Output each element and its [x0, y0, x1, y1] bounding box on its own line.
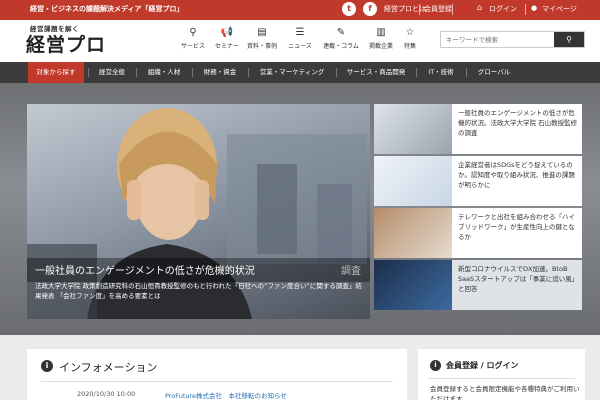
cat-management[interactable]: 経営全般 [88, 62, 136, 83]
find-by-target-button[interactable]: 対象から探す [28, 62, 84, 83]
cat-organization[interactable]: 組織・人材 [136, 62, 192, 83]
article-thumbnail [374, 104, 452, 154]
search-button[interactable]: ⚲ [554, 32, 584, 47]
cat-finance[interactable]: 財務・資金 [192, 62, 248, 83]
side-article[interactable]: 一般社員のエンゲージメントの低さが危機的状況。法政大学大学院 石山教授監修の調査 [374, 104, 582, 154]
login-link[interactable]: ログイン [489, 4, 517, 14]
cat-it[interactable]: IT・技術 [416, 62, 466, 83]
nav-seminar[interactable]: 📢 セミナー [207, 26, 247, 50]
article-thumbnail [374, 208, 452, 258]
info-date: 2020/10/30 10:00 [77, 390, 136, 398]
member-title: 会員登録 / ログイン [446, 361, 519, 370]
information-title: インフォメーション [59, 361, 158, 374]
divider [525, 4, 526, 15]
twitter-icon[interactable]: t [342, 2, 356, 16]
article-thumbnail [374, 260, 452, 310]
facebook-icon[interactable]: f [363, 2, 377, 16]
nav-label: セミナー [214, 43, 239, 50]
search-input[interactable] [441, 32, 553, 47]
side-article[interactable]: テレワークと出社を組み合わせる「ハイブリッドワーク」が生産性向上の鍵となるか [374, 208, 582, 258]
home-icon[interactable]: ⌂ [477, 3, 482, 12]
nav-features[interactable]: ☆ 特集 [390, 26, 430, 50]
divider [41, 381, 393, 382]
feature-title-bar: 一般社員のエンゲージメントの低さが危機的状況 調査 [27, 258, 370, 282]
nav-materials[interactable]: ▤ 資料・事例 [242, 26, 282, 50]
document-icon: ▤ [257, 27, 267, 38]
user-icon[interactable]: ● [531, 4, 537, 12]
divider [419, 4, 420, 15]
pen-icon: ✎ [336, 27, 346, 38]
side-article-title[interactable]: 企業経営者はSDGsをどう捉えているのか。認知度や取り組み状況、推進の課題が明ら… [458, 160, 578, 190]
header: 経営課題を解く 経営プロ ⚲ サービス 📢 セミナー ▤ 資料・事例 ☰ ニュー… [0, 20, 600, 62]
cat-product-dev[interactable]: サービス・商品開発 [336, 62, 416, 83]
side-article-title[interactable]: 新型コロナウイルスでDX加速。BtoB SaaSスタートアップは「事業に追い風」… [458, 264, 578, 294]
feature-title-overlay: 調査 [341, 266, 361, 277]
member-panel: i 会員登録 / ログイン 会員登録すると会員限定機能や各種特典がご利用いただけ… [418, 349, 585, 400]
info-icon: i [430, 360, 441, 371]
info-icon: i [41, 360, 53, 372]
nav-label: 資料・事例 [246, 43, 277, 50]
side-article-title[interactable]: テレワークと出社を組み合わせる「ハイブリッドワーク」が生産性向上の鍵となるか [458, 212, 578, 242]
information-panel: i インフォメーション 2020/10/30 10:00 ProFuture株式… [27, 349, 407, 400]
top-bar: 経営・ビジネスの課題解決メディア「経営プロ」 t f 経営プロとは 会員登録 ⌂… [0, 0, 600, 20]
cat-sales-marketing[interactable]: 営業・マーケティング [248, 62, 336, 83]
nav-label: 連載・コラム [323, 43, 359, 50]
cat-global[interactable]: グローバル [466, 62, 522, 83]
nav-columns[interactable]: ✎ 連載・コラム [321, 26, 361, 50]
search-box: ⚲ [440, 31, 585, 48]
feature-title[interactable]: 一般社員のエンゲージメントの低さが危機的状況 [35, 262, 255, 277]
member-text: 会員登録すると会員限定機能や各種特典がご利用いただけます [430, 385, 580, 400]
nav-label: ニュース [288, 43, 312, 50]
divider [428, 378, 575, 379]
register-link[interactable]: 会員登録 [424, 4, 452, 14]
main-feature-article[interactable]: 一般社員のエンゲージメントの低さが危機的状況 調査 法政大学大学院 政策創造研究… [27, 104, 370, 319]
nav-label: 特集 [403, 43, 416, 50]
nav-news[interactable]: ☰ ニュース [280, 26, 320, 50]
site-tagline: 経営・ビジネスの課題解決メディア「経営プロ」 [30, 5, 184, 13]
star-icon: ☆ [405, 27, 415, 38]
side-article[interactable]: 新型コロナウイルスでDX加速。BtoB SaaSスタートアップは「事業に追い風」… [374, 260, 582, 310]
divider [452, 4, 453, 15]
mypage-link[interactable]: マイページ [542, 4, 577, 14]
article-thumbnail [374, 156, 452, 206]
site-logo[interactable]: 経営プロ [26, 30, 106, 57]
feature-description: 法政大学大学院 政策創造研究科の石山恒貴教授監修のもと行われた「日社への”ファン… [35, 282, 362, 300]
side-article-title[interactable]: 一般社員のエンゲージメントの低さが危機的状況。法政大学大学院 石山教授監修の調査 [458, 108, 578, 138]
info-link[interactable]: ProFuture株式会社 本社移転のお知らせ [165, 390, 287, 400]
side-article[interactable]: 企業経営者はSDGsをどう捉えているのか。認知度や取り組み状況、推進の課題が明ら… [374, 156, 582, 206]
category-nav: 対象から探す 経営全般 組織・人材 財務・資金 営業・マーケティング サービス・… [0, 62, 600, 83]
news-icon: ☰ [295, 27, 305, 38]
megaphone-icon: 📢 [220, 27, 234, 38]
